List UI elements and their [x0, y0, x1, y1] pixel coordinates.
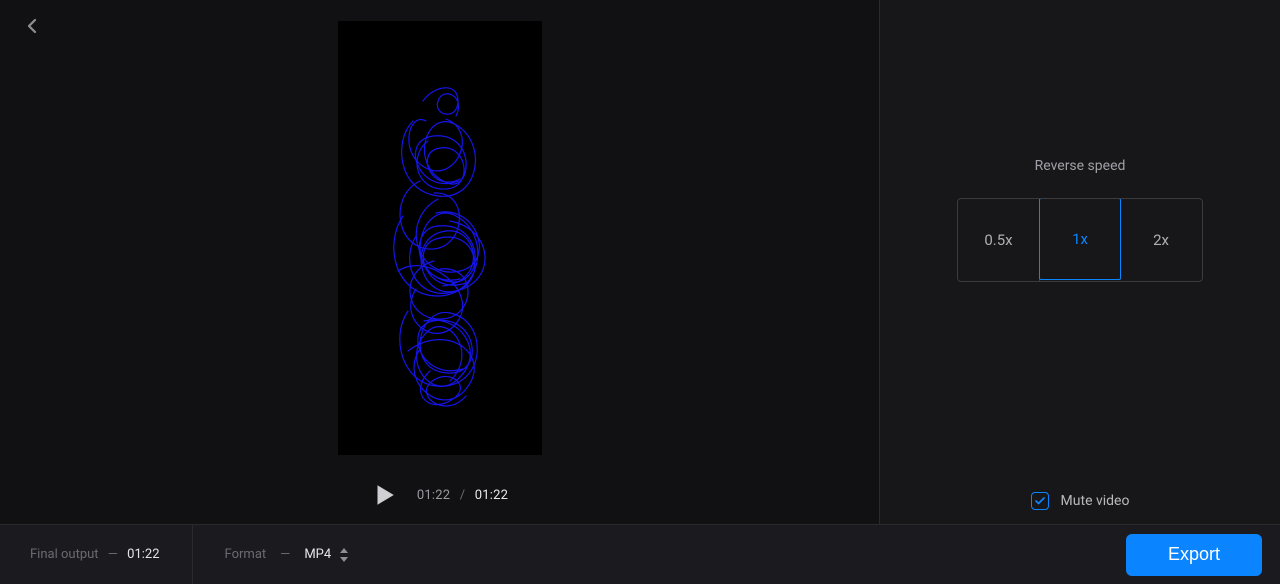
up-down-icon — [339, 548, 349, 562]
final-output-group: Final output — 01:22 — [30, 547, 160, 562]
dash: — — [280, 547, 290, 562]
footer-divider — [192, 525, 193, 584]
section-title-reverse-speed: Reverse speed — [1035, 158, 1126, 174]
video-container — [0, 0, 879, 466]
speed-option-0-5x[interactable]: 0.5x — [958, 199, 1040, 281]
side-panel: Reverse speed 0.5x 1x 2x Mute video — [880, 0, 1280, 524]
time-separator: / — [460, 488, 466, 503]
duration: 01:22 — [475, 488, 508, 503]
mute-label[interactable]: Mute video — [1061, 493, 1130, 509]
final-output-value: 01:22 — [127, 547, 159, 562]
format-label: Format — [225, 547, 267, 562]
export-button[interactable]: Export — [1126, 534, 1262, 576]
final-output-label: Final output — [30, 547, 99, 562]
play-button[interactable] — [371, 482, 397, 508]
dash: — — [108, 547, 118, 562]
preview-pane: 01:22 / 01:22 — [0, 0, 880, 524]
mute-row: Mute video — [880, 492, 1280, 510]
speed-option-2x[interactable]: 2x — [1120, 199, 1202, 281]
back-button[interactable] — [20, 14, 44, 38]
format-selector[interactable]: Format — MP4 — [225, 547, 350, 562]
play-icon — [371, 482, 397, 508]
check-icon — [1034, 495, 1046, 507]
format-value: MP4 — [304, 547, 331, 562]
speed-segmented-control: 0.5x 1x 2x — [957, 198, 1203, 282]
playbar: 01:22 / 01:22 — [0, 466, 879, 524]
mute-checkbox[interactable] — [1031, 492, 1049, 510]
speed-option-1x[interactable]: 1x — [1039, 198, 1121, 280]
chevron-left-icon — [20, 14, 44, 38]
footer: Final output — 01:22 Format — MP4 Export — [0, 524, 1280, 584]
time-display: 01:22 / 01:22 — [417, 488, 508, 503]
video-thumbnail-scribble — [338, 21, 542, 455]
current-time: 01:22 — [417, 488, 450, 503]
video-preview[interactable] — [338, 21, 542, 455]
